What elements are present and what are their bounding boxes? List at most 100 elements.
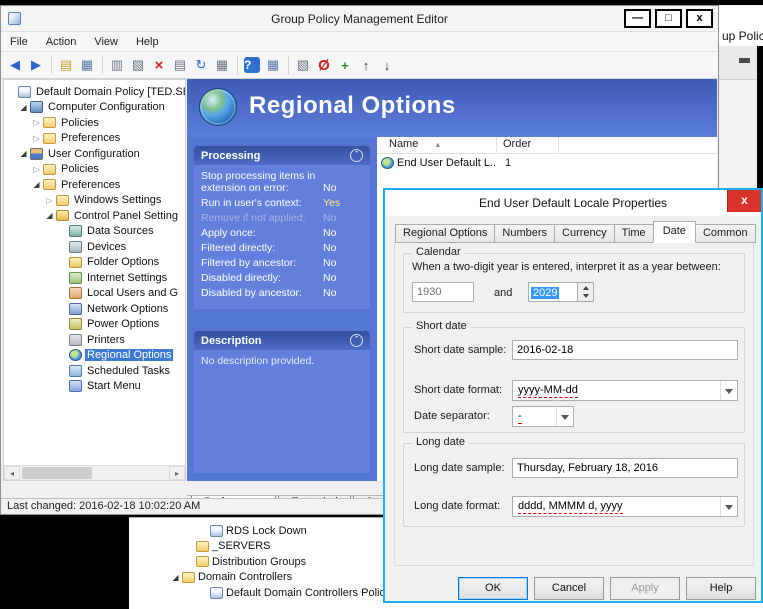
menu-view[interactable]: View xyxy=(85,34,127,50)
processing-panel: Processing Stop processing items in exte… xyxy=(194,146,370,309)
column-header-name[interactable]: Name xyxy=(377,137,497,153)
dialog-title[interactable]: End User Default Locale Properties xyxy=(385,190,761,216)
expander-icon[interactable] xyxy=(18,149,29,158)
tree-item-local-users-and-groups[interactable]: Local Users and G xyxy=(4,286,185,302)
tree-item-policies[interactable]: Policies xyxy=(4,162,185,178)
tree-item-user-configuration[interactable]: User Configuration xyxy=(4,146,185,162)
move-up-icon[interactable]: ↑ xyxy=(356,55,376,75)
scroll-left-icon[interactable] xyxy=(4,466,20,480)
refresh-icon[interactable]: ↻ xyxy=(191,55,211,75)
tree-item-scheduled-tasks[interactable]: Scheduled Tasks xyxy=(4,363,185,379)
expander-icon[interactable] xyxy=(170,573,181,582)
help-icon[interactable]: ? xyxy=(244,57,260,73)
apply-button[interactable]: Apply xyxy=(610,577,680,600)
long-date-sample-field[interactable]: Thursday, February 18, 2016 xyxy=(512,458,738,478)
add-icon[interactable]: + xyxy=(335,55,355,75)
properties-icon[interactable]: ▦ xyxy=(212,55,232,75)
collapse-icon[interactable] xyxy=(350,334,363,347)
menu-bar: File Action View Help xyxy=(1,32,718,52)
tree-item-devices[interactable]: Devices xyxy=(4,239,185,255)
minimize-button[interactable]: — xyxy=(624,9,651,28)
expander-icon[interactable] xyxy=(44,196,55,205)
forward-icon[interactable]: ▶ xyxy=(26,55,46,75)
paste-icon[interactable]: ▧ xyxy=(128,55,148,75)
tree-item-preferences[interactable]: Preferences xyxy=(4,131,185,147)
scrollbar-thumb[interactable] xyxy=(22,467,92,479)
chevron-down-icon[interactable] xyxy=(556,407,573,426)
tree-item-preferences[interactable]: Preferences xyxy=(4,177,185,193)
spin-down-icon[interactable] xyxy=(578,292,593,301)
year-to-spinner[interactable]: 2029 xyxy=(528,282,594,302)
scroll-right-icon[interactable] xyxy=(169,466,185,480)
cancel-button[interactable]: Cancel xyxy=(534,577,604,600)
tab-date[interactable]: Date xyxy=(653,221,696,243)
tab-regional-options[interactable]: Regional Options xyxy=(395,224,495,243)
network-options-icon xyxy=(69,303,82,315)
title-bar[interactable]: Group Policy Management Editor — □ x xyxy=(1,6,718,32)
tree-item-power-options[interactable]: Power Options xyxy=(4,317,185,333)
stop-icon[interactable]: Ø xyxy=(314,55,334,75)
tree-item-default-domain-policy[interactable]: Default Domain Policy [TED.SEI xyxy=(4,84,185,100)
copy-icon[interactable]: ▥ xyxy=(107,55,127,75)
expander-icon[interactable] xyxy=(31,165,42,174)
tree-item-printers[interactable]: Printers xyxy=(4,332,185,348)
long-date-format-combo[interactable]: dddd, MMMM d, yyyy xyxy=(512,496,738,517)
tree-item-regional-options[interactable]: Regional Options xyxy=(4,348,185,364)
tree-item-windows-settings[interactable]: Windows Settings xyxy=(4,193,185,209)
chevron-down-icon[interactable] xyxy=(720,497,737,516)
menu-file[interactable]: File xyxy=(1,34,37,50)
tab-time[interactable]: Time xyxy=(614,224,654,243)
move-down-icon[interactable]: ↓ xyxy=(377,55,397,75)
tree-item-network-options[interactable]: Network Options xyxy=(4,301,185,317)
chevron-down-icon[interactable] xyxy=(720,381,737,400)
menu-action[interactable]: Action xyxy=(37,34,86,50)
help-button[interactable]: Help xyxy=(686,577,756,600)
expander-icon[interactable] xyxy=(31,180,42,189)
tree-item-computer-configuration[interactable]: Computer Configuration xyxy=(4,100,185,116)
horizontal-scrollbar[interactable] xyxy=(4,465,185,480)
list-header: Name Order xyxy=(377,137,717,154)
computer-icon xyxy=(30,101,43,113)
console-window-icon xyxy=(8,12,21,25)
list-view-icon[interactable]: ▤ xyxy=(170,55,190,75)
page-title: Regional Options xyxy=(249,92,456,120)
background-window-toolbar xyxy=(719,46,757,80)
short-date-format-combo[interactable]: yyyy-MM-dd xyxy=(512,380,738,401)
folder-options-icon xyxy=(69,257,82,268)
maximize-button[interactable]: □ xyxy=(655,9,682,28)
console-tree-icon[interactable]: ▦ xyxy=(77,55,97,75)
back-icon[interactable]: ◀ xyxy=(5,55,25,75)
close-button[interactable]: x xyxy=(686,9,713,28)
export-list-icon[interactable]: ▤ xyxy=(56,55,76,75)
folder-icon xyxy=(43,179,56,190)
expander-icon[interactable] xyxy=(31,134,42,143)
close-icon[interactable]: x xyxy=(727,190,761,212)
report-icon[interactable]: ▧ xyxy=(293,55,313,75)
date-separator-combo[interactable]: - xyxy=(512,406,574,427)
tree-item-control-panel-settings[interactable]: Control Panel Setting xyxy=(4,208,185,224)
tab-currency[interactable]: Currency xyxy=(554,224,615,243)
tree-item-data-sources[interactable]: Data Sources xyxy=(4,224,185,240)
expander-icon[interactable] xyxy=(18,103,29,112)
ok-button[interactable]: OK xyxy=(458,577,528,600)
tree-item-folder-options[interactable]: Folder Options xyxy=(4,255,185,271)
collapse-icon[interactable] xyxy=(350,149,363,162)
folder-icon xyxy=(43,133,56,144)
window-icon[interactable]: ▦ xyxy=(263,55,283,75)
spin-up-icon[interactable] xyxy=(578,283,593,292)
tab-numbers[interactable]: Numbers xyxy=(494,224,555,243)
menu-help[interactable]: Help xyxy=(127,34,168,50)
toolbar-separator xyxy=(51,56,52,74)
expander-icon[interactable] xyxy=(44,211,55,220)
short-date-sample-field[interactable]: 2016-02-18 xyxy=(512,340,738,360)
column-header-order[interactable]: Order xyxy=(497,137,559,153)
expander-icon[interactable] xyxy=(31,118,42,127)
delete-icon[interactable]: × xyxy=(149,55,169,75)
tab-common[interactable]: Common xyxy=(695,224,756,243)
list-item[interactable]: End User Default L... 1 xyxy=(377,154,717,171)
tree-item-policies[interactable]: Policies xyxy=(4,115,185,131)
tree-item-internet-settings[interactable]: Internet Settings xyxy=(4,270,185,286)
year-from-field[interactable]: 1930 xyxy=(412,282,474,302)
two-digit-year-prompt: When a two-digit year is entered, interp… xyxy=(412,261,721,273)
tree-item-start-menu[interactable]: Start Menu xyxy=(4,379,185,395)
